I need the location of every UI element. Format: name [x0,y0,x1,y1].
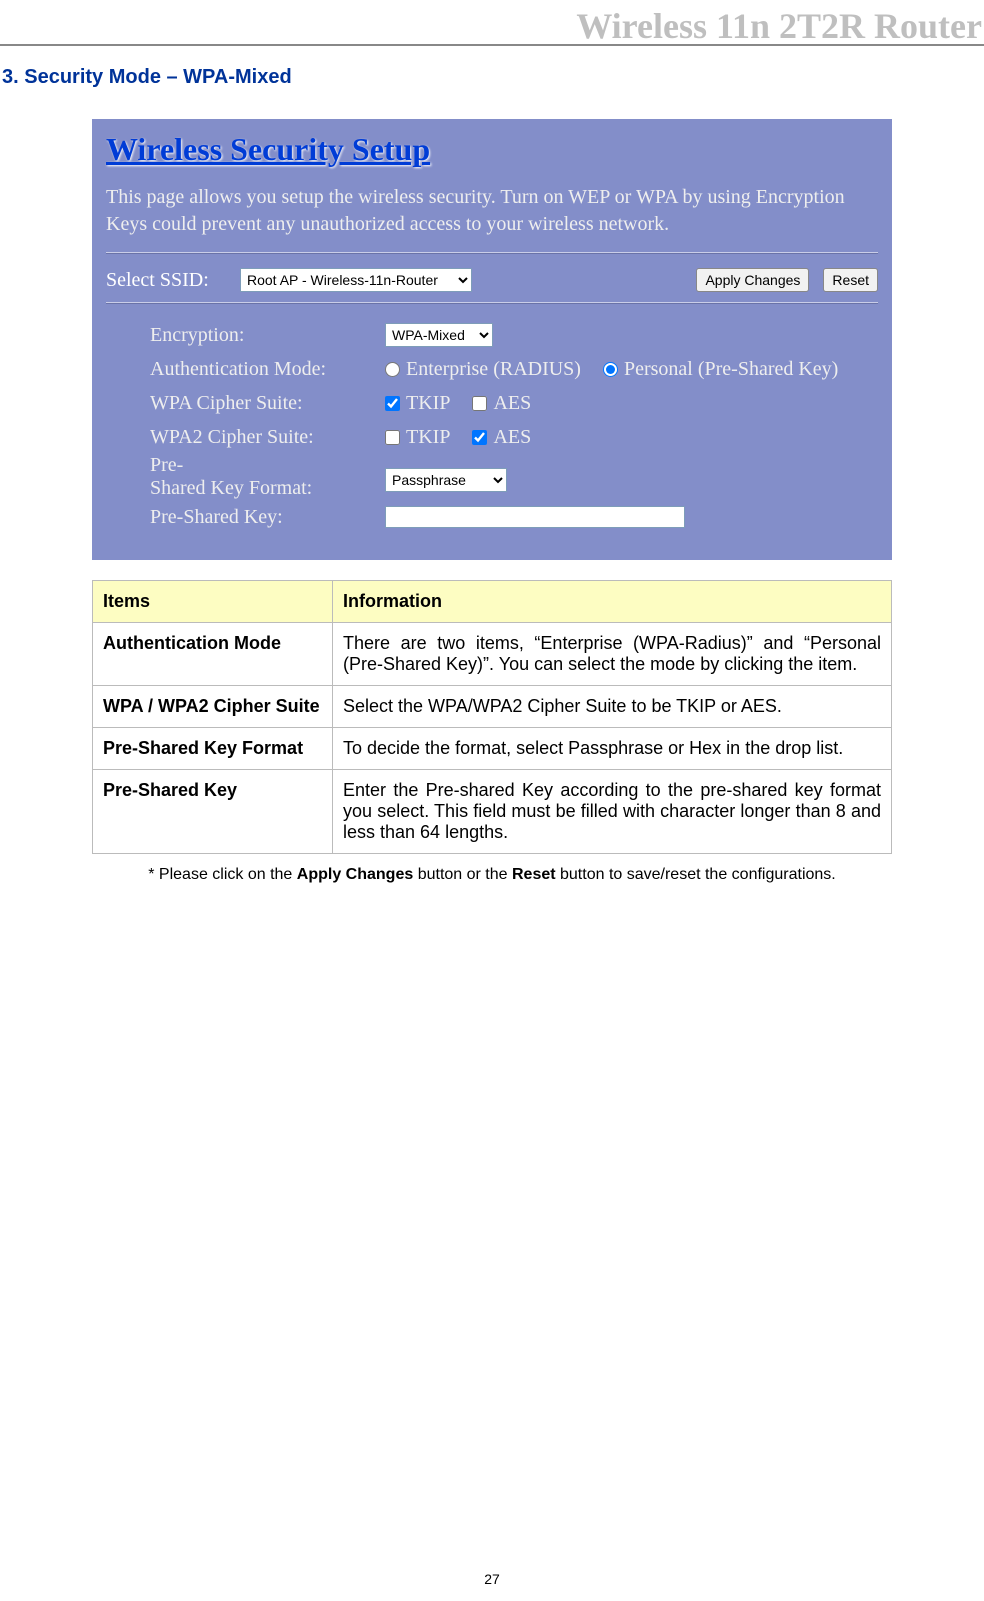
wpa2-tkip-label: TKIP [406,426,450,449]
wpa-cipher-row: WPA Cipher Suite: TKIP AES [150,386,878,420]
psk-format-label: Pre- Shared Key Format: [150,454,385,500]
table-header-information: Information [333,581,892,623]
divider [106,302,878,304]
reset-button[interactable]: Reset [823,268,878,292]
document-header: Wireless 11n 2T2R Router [0,0,984,46]
footnote: * Please click on the Apply Changes butt… [92,866,892,884]
select-ssid-row: Select SSID: Root AP - Wireless-11n-Rout… [106,268,878,292]
table-row: WPA / WPA2 Cipher Suite Select the WPA/W… [93,686,892,728]
wpa-aes-checkbox[interactable] [472,396,487,411]
panel-description: This page allows you setup the wireless … [106,184,878,238]
psk-input[interactable] [385,506,685,528]
wpa-aes-label: AES [493,392,531,415]
wpa-cipher-label: WPA Cipher Suite: [150,392,385,415]
psk-row: Pre-Shared Key: [150,500,878,534]
select-ssid-label: Select SSID: [106,269,226,292]
table-cell-info: Select the WPA/WPA2 Cipher Suite to be T… [333,686,892,728]
psk-format-row: Pre- Shared Key Format: Passphrase [150,454,878,500]
wpa2-tkip-checkbox[interactable] [385,430,400,445]
table-cell-item: Pre-Shared Key Format [93,728,333,770]
ssid-select[interactable]: Root AP - Wireless-11n-Router [240,268,472,292]
panel-title: Wireless Security Setup [106,131,878,168]
table-row: Pre-Shared Key Enter the Pre-shared Key … [93,770,892,854]
table-cell-item: Authentication Mode [93,623,333,686]
wpa2-aes-label: AES [493,426,531,449]
table-cell-info: To decide the format, select Passphrase … [333,728,892,770]
auth-personal-radio[interactable] [603,362,618,377]
wpa2-cipher-label: WPA2 Cipher Suite: [150,426,385,449]
table-cell-info: There are two items, “Enterprise (WPA-Ra… [333,623,892,686]
table-cell-item: WPA / WPA2 Cipher Suite [93,686,333,728]
table-header-items: Items [93,581,333,623]
encryption-row: Encryption: WPA-Mixed [150,318,878,352]
table-row: Pre-Shared Key Format To decide the form… [93,728,892,770]
auth-mode-row: Authentication Mode: Enterprise (RADIUS)… [150,352,878,386]
info-table: Items Information Authentication Mode Th… [92,580,892,854]
auth-mode-label: Authentication Mode: [150,358,385,381]
apply-changes-button[interactable]: Apply Changes [696,268,809,292]
auth-enterprise-label: Enterprise (RADIUS) [406,358,581,381]
wpa-tkip-label: TKIP [406,392,450,415]
wireless-security-panel: Wireless Security Setup This page allows… [92,119,892,560]
wpa-tkip-checkbox[interactable] [385,396,400,411]
page-number: 27 [0,1571,984,1587]
table-row: Authentication Mode There are two items,… [93,623,892,686]
wpa2-cipher-row: WPA2 Cipher Suite: TKIP AES [150,420,878,454]
psk-format-select[interactable]: Passphrase [385,468,507,492]
wpa2-aes-checkbox[interactable] [472,430,487,445]
divider [106,252,878,254]
table-cell-item: Pre-Shared Key [93,770,333,854]
table-cell-info: Enter the Pre-shared Key according to th… [333,770,892,854]
encryption-label: Encryption: [150,324,385,347]
psk-label: Pre-Shared Key: [150,506,385,529]
section-title: 3. Security Mode – WPA-Mixed [2,66,984,89]
auth-personal-label: Personal (Pre-Shared Key) [624,358,838,381]
auth-enterprise-radio[interactable] [385,362,400,377]
document-title: Wireless 11n 2T2R Router [576,6,982,46]
encryption-select[interactable]: WPA-Mixed [385,323,493,347]
